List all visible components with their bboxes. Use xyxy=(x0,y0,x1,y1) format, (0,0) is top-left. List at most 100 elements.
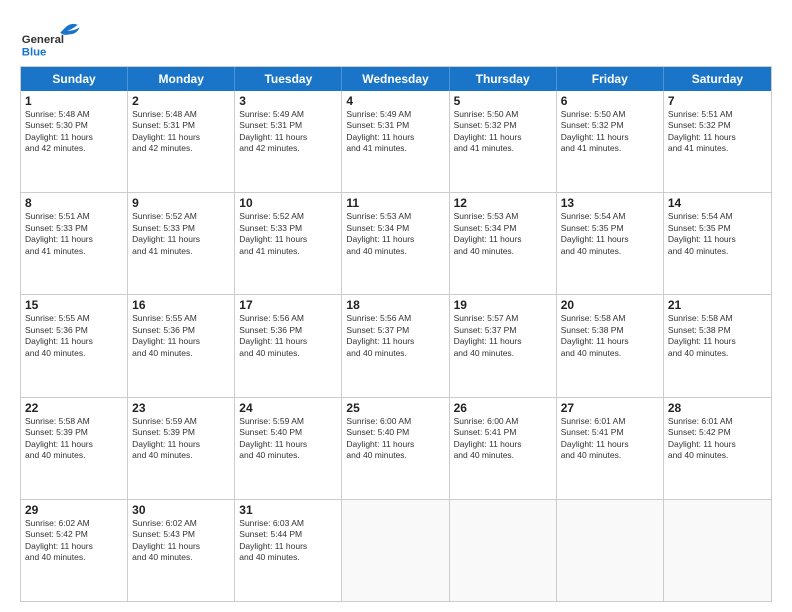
calendar-cell-1-5: 5Sunrise: 5:50 AMSunset: 5:32 PMDaylight… xyxy=(450,91,557,192)
day-info: Sunrise: 5:53 AMSunset: 5:34 PMDaylight:… xyxy=(346,211,444,257)
calendar-cell-4-2: 23Sunrise: 5:59 AMSunset: 5:39 PMDayligh… xyxy=(128,398,235,499)
day-info: Sunrise: 5:55 AMSunset: 5:36 PMDaylight:… xyxy=(132,313,230,359)
day-info: Sunrise: 5:51 AMSunset: 5:32 PMDaylight:… xyxy=(668,109,767,155)
header-day-wednesday: Wednesday xyxy=(342,67,449,91)
day-info: Sunrise: 5:48 AMSunset: 5:30 PMDaylight:… xyxy=(25,109,123,155)
day-number: 8 xyxy=(25,196,123,210)
calendar-cell-4-3: 24Sunrise: 5:59 AMSunset: 5:40 PMDayligh… xyxy=(235,398,342,499)
calendar-cell-5-2: 30Sunrise: 6:02 AMSunset: 5:43 PMDayligh… xyxy=(128,500,235,601)
day-info: Sunrise: 5:57 AMSunset: 5:37 PMDaylight:… xyxy=(454,313,552,359)
day-info: Sunrise: 5:54 AMSunset: 5:35 PMDaylight:… xyxy=(668,211,767,257)
calendar-cell-3-5: 19Sunrise: 5:57 AMSunset: 5:37 PMDayligh… xyxy=(450,295,557,396)
header-day-saturday: Saturday xyxy=(664,67,771,91)
day-info: Sunrise: 6:02 AMSunset: 5:43 PMDaylight:… xyxy=(132,518,230,564)
day-number: 11 xyxy=(346,196,444,210)
day-number: 5 xyxy=(454,94,552,108)
svg-text:Blue: Blue xyxy=(22,46,47,58)
calendar-cell-5-5 xyxy=(450,500,557,601)
day-info: Sunrise: 5:54 AMSunset: 5:35 PMDaylight:… xyxy=(561,211,659,257)
day-info: Sunrise: 5:56 AMSunset: 5:36 PMDaylight:… xyxy=(239,313,337,359)
day-number: 24 xyxy=(239,401,337,415)
day-info: Sunrise: 5:59 AMSunset: 5:39 PMDaylight:… xyxy=(132,416,230,462)
calendar-cell-1-6: 6Sunrise: 5:50 AMSunset: 5:32 PMDaylight… xyxy=(557,91,664,192)
day-info: Sunrise: 5:49 AMSunset: 5:31 PMDaylight:… xyxy=(346,109,444,155)
day-info: Sunrise: 5:48 AMSunset: 5:31 PMDaylight:… xyxy=(132,109,230,155)
calendar-cell-2-4: 11Sunrise: 5:53 AMSunset: 5:34 PMDayligh… xyxy=(342,193,449,294)
calendar-cell-3-2: 16Sunrise: 5:55 AMSunset: 5:36 PMDayligh… xyxy=(128,295,235,396)
day-info: Sunrise: 5:59 AMSunset: 5:40 PMDaylight:… xyxy=(239,416,337,462)
calendar-cell-1-1: 1Sunrise: 5:48 AMSunset: 5:30 PMDaylight… xyxy=(21,91,128,192)
calendar-cell-1-4: 4Sunrise: 5:49 AMSunset: 5:31 PMDaylight… xyxy=(342,91,449,192)
logo: General Blue xyxy=(20,20,90,60)
header: General Blue xyxy=(20,16,772,60)
day-info: Sunrise: 5:50 AMSunset: 5:32 PMDaylight:… xyxy=(454,109,552,155)
day-number: 9 xyxy=(132,196,230,210)
calendar-header: SundayMondayTuesdayWednesdayThursdayFrid… xyxy=(21,67,771,91)
header-day-tuesday: Tuesday xyxy=(235,67,342,91)
day-info: Sunrise: 5:53 AMSunset: 5:34 PMDaylight:… xyxy=(454,211,552,257)
calendar-cell-2-6: 13Sunrise: 5:54 AMSunset: 5:35 PMDayligh… xyxy=(557,193,664,294)
calendar: SundayMondayTuesdayWednesdayThursdayFrid… xyxy=(20,66,772,602)
day-number: 3 xyxy=(239,94,337,108)
day-info: Sunrise: 5:55 AMSunset: 5:36 PMDaylight:… xyxy=(25,313,123,359)
day-number: 4 xyxy=(346,94,444,108)
header-day-thursday: Thursday xyxy=(450,67,557,91)
calendar-cell-1-3: 3Sunrise: 5:49 AMSunset: 5:31 PMDaylight… xyxy=(235,91,342,192)
day-info: Sunrise: 6:02 AMSunset: 5:42 PMDaylight:… xyxy=(25,518,123,564)
page: General Blue SundayMondayTuesdayWednesda… xyxy=(0,0,792,612)
day-number: 2 xyxy=(132,94,230,108)
day-info: Sunrise: 5:58 AMSunset: 5:39 PMDaylight:… xyxy=(25,416,123,462)
day-info: Sunrise: 5:56 AMSunset: 5:37 PMDaylight:… xyxy=(346,313,444,359)
header-day-sunday: Sunday xyxy=(21,67,128,91)
calendar-cell-4-4: 25Sunrise: 6:00 AMSunset: 5:40 PMDayligh… xyxy=(342,398,449,499)
calendar-cell-2-1: 8Sunrise: 5:51 AMSunset: 5:33 PMDaylight… xyxy=(21,193,128,294)
day-number: 18 xyxy=(346,298,444,312)
day-number: 16 xyxy=(132,298,230,312)
calendar-cell-3-1: 15Sunrise: 5:55 AMSunset: 5:36 PMDayligh… xyxy=(21,295,128,396)
day-info: Sunrise: 6:01 AMSunset: 5:42 PMDaylight:… xyxy=(668,416,767,462)
calendar-cell-2-2: 9Sunrise: 5:52 AMSunset: 5:33 PMDaylight… xyxy=(128,193,235,294)
calendar-cell-2-5: 12Sunrise: 5:53 AMSunset: 5:34 PMDayligh… xyxy=(450,193,557,294)
day-number: 15 xyxy=(25,298,123,312)
day-number: 29 xyxy=(25,503,123,517)
day-info: Sunrise: 5:52 AMSunset: 5:33 PMDaylight:… xyxy=(132,211,230,257)
day-info: Sunrise: 6:03 AMSunset: 5:44 PMDaylight:… xyxy=(239,518,337,564)
day-number: 1 xyxy=(25,94,123,108)
day-number: 26 xyxy=(454,401,552,415)
day-info: Sunrise: 6:01 AMSunset: 5:41 PMDaylight:… xyxy=(561,416,659,462)
calendar-cell-4-6: 27Sunrise: 6:01 AMSunset: 5:41 PMDayligh… xyxy=(557,398,664,499)
header-day-monday: Monday xyxy=(128,67,235,91)
svg-text:General: General xyxy=(22,34,64,46)
day-info: Sunrise: 6:00 AMSunset: 5:41 PMDaylight:… xyxy=(454,416,552,462)
calendar-cell-2-3: 10Sunrise: 5:52 AMSunset: 5:33 PMDayligh… xyxy=(235,193,342,294)
day-number: 12 xyxy=(454,196,552,210)
calendar-cell-4-1: 22Sunrise: 5:58 AMSunset: 5:39 PMDayligh… xyxy=(21,398,128,499)
calendar-cell-4-7: 28Sunrise: 6:01 AMSunset: 5:42 PMDayligh… xyxy=(664,398,771,499)
calendar-cell-1-7: 7Sunrise: 5:51 AMSunset: 5:32 PMDaylight… xyxy=(664,91,771,192)
day-number: 17 xyxy=(239,298,337,312)
day-number: 23 xyxy=(132,401,230,415)
calendar-cell-1-2: 2Sunrise: 5:48 AMSunset: 5:31 PMDaylight… xyxy=(128,91,235,192)
day-info: Sunrise: 5:50 AMSunset: 5:32 PMDaylight:… xyxy=(561,109,659,155)
calendar-cell-3-4: 18Sunrise: 5:56 AMSunset: 5:37 PMDayligh… xyxy=(342,295,449,396)
day-number: 28 xyxy=(668,401,767,415)
calendar-cell-3-6: 20Sunrise: 5:58 AMSunset: 5:38 PMDayligh… xyxy=(557,295,664,396)
title-block xyxy=(90,16,772,18)
day-info: Sunrise: 5:52 AMSunset: 5:33 PMDaylight:… xyxy=(239,211,337,257)
day-number: 27 xyxy=(561,401,659,415)
day-info: Sunrise: 5:58 AMSunset: 5:38 PMDaylight:… xyxy=(561,313,659,359)
calendar-cell-5-1: 29Sunrise: 6:02 AMSunset: 5:42 PMDayligh… xyxy=(21,500,128,601)
day-info: Sunrise: 5:58 AMSunset: 5:38 PMDaylight:… xyxy=(668,313,767,359)
day-number: 30 xyxy=(132,503,230,517)
calendar-cell-2-7: 14Sunrise: 5:54 AMSunset: 5:35 PMDayligh… xyxy=(664,193,771,294)
calendar-body: 1Sunrise: 5:48 AMSunset: 5:30 PMDaylight… xyxy=(21,91,771,601)
calendar-cell-5-3: 31Sunrise: 6:03 AMSunset: 5:44 PMDayligh… xyxy=(235,500,342,601)
day-number: 25 xyxy=(346,401,444,415)
day-info: Sunrise: 6:00 AMSunset: 5:40 PMDaylight:… xyxy=(346,416,444,462)
calendar-cell-5-7 xyxy=(664,500,771,601)
day-number: 19 xyxy=(454,298,552,312)
calendar-cell-3-7: 21Sunrise: 5:58 AMSunset: 5:38 PMDayligh… xyxy=(664,295,771,396)
day-number: 22 xyxy=(25,401,123,415)
calendar-row-1: 1Sunrise: 5:48 AMSunset: 5:30 PMDaylight… xyxy=(21,91,771,192)
day-number: 14 xyxy=(668,196,767,210)
